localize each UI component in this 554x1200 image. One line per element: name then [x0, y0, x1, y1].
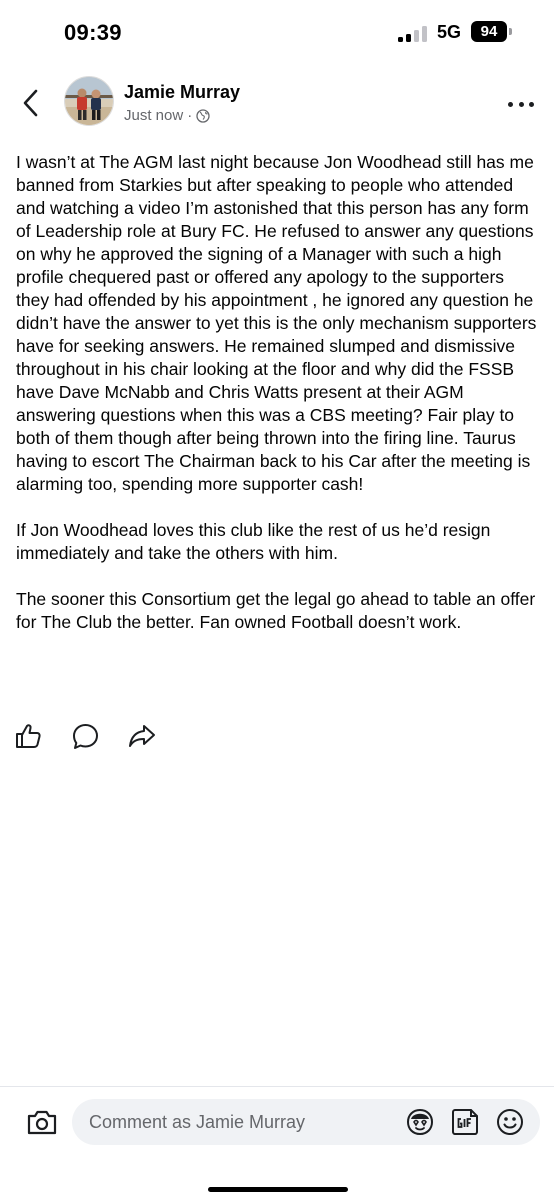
more-dot: [529, 101, 534, 107]
camera-button[interactable]: [26, 1107, 58, 1137]
post-paragraph: If Jon Woodhead loves this club like the…: [16, 520, 491, 563]
post-meta: Just now ·: [124, 107, 210, 124]
battery-icon: 94: [471, 21, 507, 42]
globe-icon: [196, 108, 210, 123]
comment-button[interactable]: [71, 722, 99, 750]
more-dot: [518, 101, 524, 107]
back-button[interactable]: [16, 86, 46, 120]
battery-level: 94: [480, 23, 498, 40]
post-timestamp: Just now: [124, 107, 184, 124]
network-type: 5G: [437, 22, 462, 42]
gif-icon: [452, 1109, 478, 1135]
post-text: I wasn’t at The AGM last night because J…: [16, 151, 540, 657]
status-time: 09:39: [64, 20, 122, 45]
battery-cap: [509, 28, 512, 35]
like-icon: [15, 724, 41, 748]
author-avatar[interactable]: [64, 76, 114, 126]
emoji-icon: [497, 1109, 523, 1135]
chevron-left-icon: [23, 89, 38, 117]
status-bar: 09:39 5G 94: [0, 0, 554, 64]
emoji-button[interactable]: [496, 1108, 524, 1136]
share-icon: [129, 725, 155, 747]
author-name[interactable]: Jamie Murray: [124, 82, 240, 103]
more-dot: [508, 101, 513, 107]
home-indicator: [208, 1187, 348, 1192]
post-paragraph: The sooner this Consortium get the legal…: [16, 589, 536, 632]
camera-icon: [27, 1110, 57, 1135]
post-actions: [14, 722, 156, 752]
avatar-sticker-button[interactable]: [405, 1107, 435, 1137]
comment-placeholder: Comment as Jamie Murray: [89, 1112, 306, 1132]
more-options-button[interactable]: [508, 100, 534, 108]
gif-button[interactable]: [451, 1108, 481, 1136]
share-button[interactable]: [128, 722, 156, 750]
avatar-sticker-icon: [406, 1108, 434, 1136]
like-button[interactable]: [14, 722, 42, 750]
comment-bar: Comment as Jamie Murray: [0, 1087, 554, 1200]
cellular-signal-icon: [398, 26, 432, 42]
meta-separator: ·: [187, 107, 193, 124]
post-header: Jamie Murray Just now ·: [0, 70, 554, 136]
comment-input[interactable]: Comment as Jamie Murray: [72, 1099, 540, 1145]
post-paragraph: I wasn’t at The AGM last night because J…: [16, 152, 537, 494]
comment-icon: [72, 723, 98, 749]
